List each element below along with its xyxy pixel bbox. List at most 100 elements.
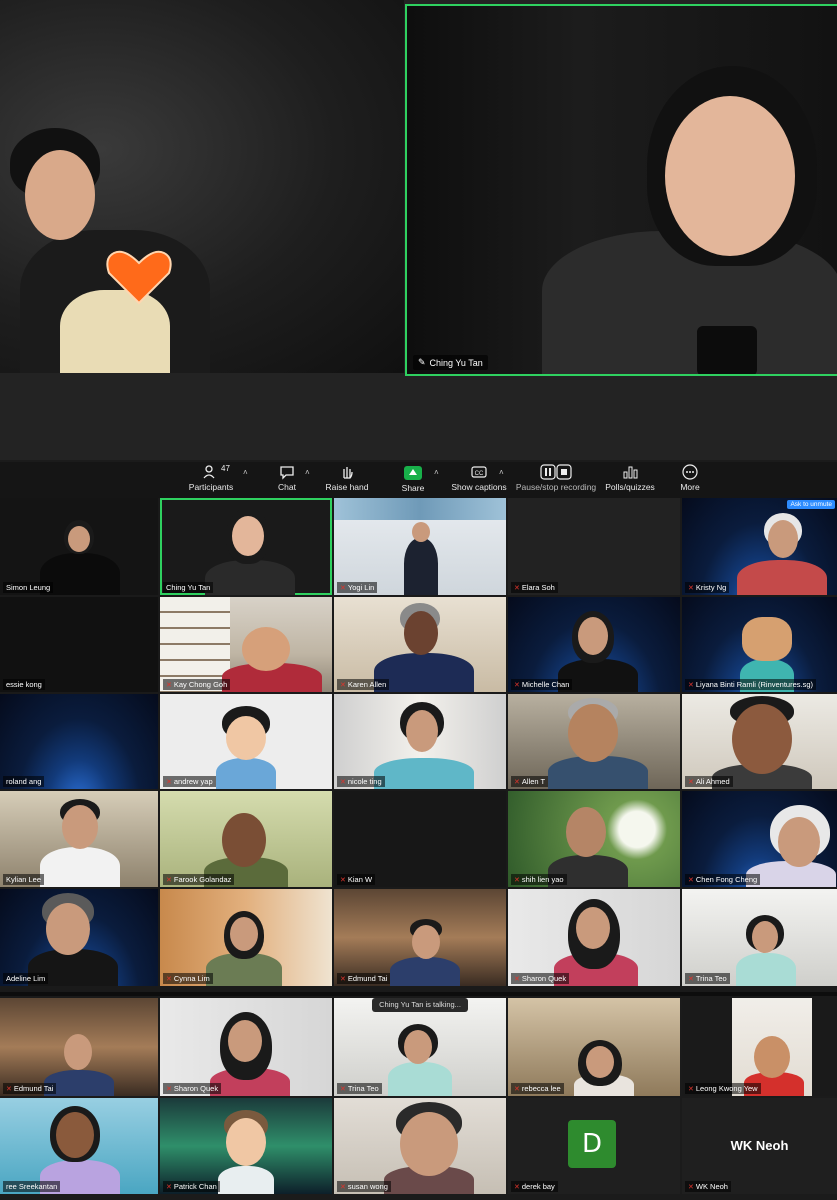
more-button[interactable]: More bbox=[676, 464, 704, 492]
person-face bbox=[56, 1112, 94, 1158]
participant-label: ✕ Liyana Binti Ramli (Rinventures.sg) bbox=[685, 679, 817, 690]
participant-label: ✕ Chen Fong Cheng bbox=[685, 874, 761, 885]
share-button[interactable]: Share bbox=[398, 464, 428, 493]
participant-label: ✕ Farook Golandaz bbox=[163, 874, 235, 885]
participant-tile[interactable]: Kylian Lee bbox=[0, 791, 158, 887]
participant-tile[interactable]: Ask to unmute ✕ Kristy Ng bbox=[682, 498, 837, 595]
participant-tile[interactable]: ✕ Michelle Chan bbox=[508, 597, 680, 692]
section-divider bbox=[0, 992, 837, 996]
chat-caret-icon[interactable]: ˄ bbox=[305, 468, 310, 477]
person-face bbox=[732, 704, 792, 774]
participant-label: ✕ Kristy Ng bbox=[685, 582, 730, 593]
person-shirt bbox=[205, 560, 295, 595]
participant-tile[interactable]: ✕ nicole ting bbox=[334, 694, 506, 789]
participant-tile-no-video[interactable]: WK Neoh ✕ WK Neoh bbox=[682, 1098, 837, 1194]
participant-tile[interactable]: ✕ Ali Ahmed bbox=[682, 694, 837, 789]
person-face bbox=[406, 710, 438, 752]
participant-tile[interactable]: ✕ Chen Fong Cheng bbox=[682, 791, 837, 887]
pin-icon: ✎ bbox=[418, 357, 426, 367]
ask-to-unmute-badge[interactable]: Ask to unmute bbox=[787, 500, 835, 509]
participant-name: shih lien yao bbox=[521, 875, 564, 884]
chat-label: Chat bbox=[278, 482, 296, 492]
mic-muted-icon: ✕ bbox=[166, 876, 172, 884]
participant-tile[interactable]: ✕ rebecca lee bbox=[508, 998, 680, 1096]
svg-text:CC: CC bbox=[475, 471, 484, 477]
participant-label: ✕ Karen Allen bbox=[337, 679, 390, 690]
participant-tile[interactable]: ✕ Cynna Lim bbox=[160, 889, 332, 986]
pause-stop-icon bbox=[540, 464, 572, 480]
participants-caret-icon[interactable]: ˄ bbox=[243, 468, 248, 477]
participant-tile[interactable]: ✕ Edmund Tai bbox=[334, 889, 506, 986]
polls-button[interactable]: Polls/quizzes bbox=[604, 464, 656, 492]
person-face bbox=[62, 805, 98, 849]
participant-label: ✕ andrew yap bbox=[163, 776, 216, 787]
person-face bbox=[566, 807, 606, 857]
participant-tile[interactable]: ✕ Trina Teo bbox=[682, 889, 837, 986]
mic-muted-icon: ✕ bbox=[514, 584, 520, 592]
mic-muted-icon: ✕ bbox=[340, 1085, 346, 1093]
person-face bbox=[578, 617, 608, 655]
participant-tile-active[interactable]: Ching Yu Tan bbox=[160, 498, 332, 595]
participant-tile[interactable]: ✕ Liyana Binti Ramli (Rinventures.sg) bbox=[682, 597, 837, 692]
mic-muted-icon: ✕ bbox=[166, 1183, 172, 1191]
hand-icon bbox=[343, 467, 353, 479]
participant-tile[interactable]: Simon Leung bbox=[0, 498, 158, 595]
participant-tile[interactable]: ✕ Elara Soh bbox=[508, 498, 680, 595]
more-icon bbox=[682, 464, 698, 480]
flower-backdrop bbox=[334, 498, 506, 520]
mic-muted-icon: ✕ bbox=[688, 584, 694, 592]
participant-tile[interactable]: ✕ Edmund Tai bbox=[0, 998, 158, 1096]
participant-tile[interactable]: ✕ Sharon Quek bbox=[160, 998, 332, 1096]
participant-label: ✕ shih lien yao bbox=[511, 874, 567, 885]
captions-caret-icon[interactable]: ˄ bbox=[499, 468, 504, 477]
participant-tile[interactable]: ree Sreekantan bbox=[0, 1098, 158, 1194]
mic-muted-icon: ✕ bbox=[688, 1085, 694, 1093]
participant-tile[interactable]: ✕ Karen Allen bbox=[334, 597, 506, 692]
participant-tile[interactable]: ✕ Sharon Quek bbox=[508, 889, 680, 986]
participant-tile[interactable]: ✕ Farook Golandaz bbox=[160, 791, 332, 887]
avatar: D bbox=[568, 1120, 616, 1168]
chat-button[interactable]: Chat bbox=[272, 464, 302, 492]
mic-muted-icon: ✕ bbox=[514, 681, 520, 689]
person-face bbox=[412, 522, 430, 542]
video-tile-left[interactable] bbox=[0, 0, 404, 373]
participant-name: Simon Leung bbox=[6, 583, 51, 592]
participant-tile-no-video[interactable]: D ✕ derek bay bbox=[508, 1098, 680, 1194]
person-shirt bbox=[736, 953, 796, 986]
participant-tile[interactable]: ✕ Kay Chong Goh bbox=[160, 597, 332, 692]
participant-tile[interactable]: ✕ susan wong bbox=[334, 1098, 506, 1194]
participant-tile[interactable]: ✕ Yogi Lin bbox=[334, 498, 506, 595]
pause-stop-recording-button[interactable]: Pause/stop recording bbox=[515, 464, 597, 492]
participant-tile[interactable]: ✕ Patrick Chan bbox=[160, 1098, 332, 1194]
speaker-view: ✎ Ching Yu Tan bbox=[0, 0, 837, 460]
mic-muted-icon: ✕ bbox=[166, 975, 172, 983]
participant-name: Ali Ahmed bbox=[695, 777, 730, 786]
share-caret-icon[interactable]: ˄ bbox=[434, 468, 439, 477]
video-tile-active-speaker[interactable]: ✎ Ching Yu Tan bbox=[405, 4, 837, 376]
mic-muted-icon: ✕ bbox=[340, 975, 346, 983]
participant-tile[interactable]: roland ang bbox=[0, 694, 158, 789]
participant-tile[interactable]: Adeline Lim bbox=[0, 889, 158, 986]
participant-tile[interactable]: ✕ shih lien yao bbox=[508, 791, 680, 887]
avatar-shirt bbox=[216, 758, 276, 789]
participant-label: ✕ Sharon Quek bbox=[511, 973, 570, 984]
person-suit bbox=[404, 538, 438, 595]
participant-tile[interactable]: ✕ Kian W bbox=[334, 791, 506, 887]
person-face bbox=[64, 1034, 92, 1070]
participant-tile[interactable]: ✕ Allen T bbox=[508, 694, 680, 789]
captions-icon: CC bbox=[471, 466, 487, 478]
participant-name: Yogi Lin bbox=[347, 583, 375, 592]
heart-sticker-icon bbox=[106, 250, 172, 305]
person-face bbox=[404, 1030, 432, 1064]
participant-tile[interactable]: ✕ andrew yap bbox=[160, 694, 332, 789]
participant-label: ✕ Kay Chong Goh bbox=[163, 679, 231, 690]
person-shirt bbox=[737, 560, 827, 595]
participant-tile[interactable]: ✕ Leong Kwong Yew bbox=[682, 998, 837, 1096]
participant-name: Michelle Chan bbox=[521, 680, 570, 689]
person-face bbox=[586, 1046, 614, 1078]
participant-name: Sharon Quek bbox=[173, 1084, 219, 1093]
raise-hand-button[interactable]: Raise hand bbox=[324, 464, 370, 492]
mic-muted-icon: ✕ bbox=[514, 1183, 520, 1191]
participant-tile[interactable]: Ching Yu Tan is talking... ✕ Trina Teo bbox=[334, 998, 506, 1096]
participant-tile[interactable]: essie kong bbox=[0, 597, 158, 692]
